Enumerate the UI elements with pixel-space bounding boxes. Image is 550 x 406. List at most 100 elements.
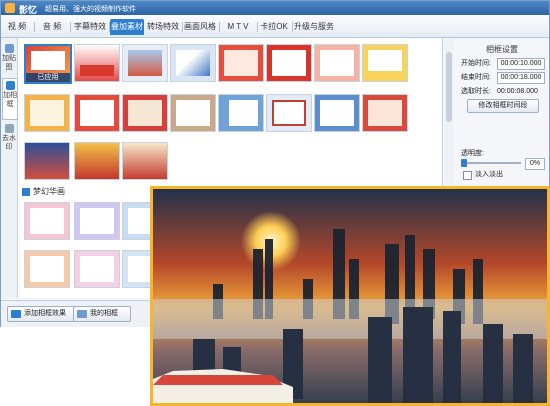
sticker-icon (4, 44, 14, 53)
frame-thumbnail[interactable] (122, 94, 168, 132)
frame-preview (229, 100, 258, 126)
main-tabs: 视 频 音 频 字幕特效 叠加素材 转场特效 画面风格 M T V 卡拉OK 升… (1, 15, 549, 38)
frame-thumbnail[interactable] (170, 44, 216, 82)
frame-preview (320, 100, 354, 126)
app-logo-icon (5, 3, 15, 13)
duration-value: 00:00:08.000 (497, 88, 538, 95)
fade-label: 淡入淡出 (475, 171, 503, 178)
frame-thumbnail[interactable] (218, 94, 264, 132)
frame-preview (30, 148, 64, 174)
tab-divider (292, 22, 293, 32)
frame-thumbnail[interactable] (24, 94, 70, 132)
add-frame-icon (11, 310, 21, 318)
frame-preview (272, 50, 306, 76)
sidebar: 加贴图 加相框 去水印 (1, 38, 18, 298)
frame-preview (128, 148, 162, 174)
frame-preview (176, 50, 210, 76)
sidebar-item-sticker[interactable]: 加贴图 (2, 42, 16, 76)
start-time-label: 开始时间: (461, 60, 491, 67)
sidebar-item-label: 加相框 (3, 92, 17, 108)
section-icon (22, 188, 30, 196)
frame-thumbnail[interactable] (24, 250, 70, 288)
frame-thumbnail[interactable] (74, 250, 120, 288)
frame-thumbnail[interactable] (266, 94, 312, 132)
sidebar-item-watermark[interactable]: 去水印 (2, 122, 16, 158)
my-frames-button[interactable]: 我的相框 (73, 306, 131, 322)
frame-preview (80, 100, 114, 126)
app-slogan: 超易用、强大的视频制作软件 (45, 6, 136, 13)
frame-preview (176, 100, 210, 126)
frame-preview-image (150, 186, 550, 406)
frame-preview (80, 256, 114, 282)
tab-overlay[interactable]: 叠加素材 (110, 19, 144, 35)
frame-preview (80, 148, 114, 174)
tab-mtv[interactable]: M T V (221, 19, 255, 35)
frame-thumbnail[interactable] (314, 44, 360, 82)
city-sunset-image (153, 189, 547, 403)
section-title: 梦幻华画 (33, 187, 65, 196)
frame-thumbnail[interactable] (24, 142, 70, 180)
frame-thumbnail[interactable]: 已应用 (24, 44, 72, 84)
end-time-field[interactable]: 00:00:18.000 (497, 72, 545, 84)
my-frames-icon (77, 310, 87, 318)
frame-thumbnail[interactable] (362, 44, 408, 82)
frame-preview (368, 50, 402, 71)
frame-thumbnail[interactable] (74, 142, 120, 180)
sidebar-item-frame[interactable]: 加相框 (2, 78, 18, 120)
modify-frame-time-button[interactable]: 修改相框时间段 (467, 99, 539, 113)
frame-preview (128, 50, 162, 76)
tab-divider (257, 22, 258, 32)
tab-audio[interactable]: 音 频 (38, 19, 66, 35)
frame-thumbnail[interactable] (266, 44, 312, 82)
sidebar-item-label: 去水印 (2, 135, 16, 151)
tab-divider (70, 22, 71, 32)
frame-thumbnail[interactable] (170, 94, 216, 132)
sidebar-item-label: 加贴图 (2, 55, 16, 71)
title-bar: 影忆 超易用、强大的视频制作软件 (1, 1, 549, 15)
applied-badge: 已应用 (26, 73, 70, 82)
frame-thumbnail[interactable] (218, 44, 264, 82)
frame-preview (80, 65, 114, 76)
frame-thumbnail[interactable] (122, 142, 168, 180)
frame-preview (368, 100, 402, 126)
tab-divider (219, 22, 220, 32)
start-time-field[interactable]: 00:00:10.000 (497, 58, 545, 70)
watermark-icon (4, 124, 14, 133)
frame-preview (31, 51, 65, 70)
frame-preview (30, 208, 64, 234)
frame-preview (128, 100, 162, 126)
frame-preview (30, 100, 64, 126)
end-time-label: 结束时间: (461, 74, 491, 81)
tab-upgrade-service[interactable]: 升级与服务 (294, 19, 334, 35)
frame-preview (80, 208, 114, 234)
frame-preview (320, 50, 354, 76)
add-frame-button[interactable]: 添加相框效果 (7, 306, 81, 322)
frame-thumbnail[interactable] (314, 94, 360, 132)
section-header: 梦幻华画 (22, 186, 65, 198)
tab-picture-style[interactable]: 画面风格 (183, 19, 217, 35)
tab-karaoke[interactable]: 卡拉OK (259, 19, 289, 35)
scrollbar-thumb[interactable] (446, 52, 452, 122)
slider-knob[interactable] (461, 159, 467, 167)
opacity-field[interactable]: 0% (525, 158, 545, 170)
frame-thumbnail[interactable] (362, 94, 408, 132)
frame-preview (272, 100, 306, 126)
opacity-slider[interactable] (461, 159, 521, 167)
frame-thumbnail[interactable] (122, 44, 168, 82)
frame-thumbnail[interactable] (74, 44, 120, 82)
tab-divider (34, 22, 35, 32)
frame-icon (5, 81, 15, 90)
panel-title: 相框设置 (486, 45, 518, 54)
tab-video[interactable]: 视 频 (5, 19, 29, 35)
frame-preview (224, 50, 258, 76)
add-frame-label: 添加相框效果 (24, 310, 66, 317)
tab-subtitle-effects[interactable]: 字幕特效 (73, 19, 107, 35)
frame-thumbnail[interactable] (74, 94, 120, 132)
frame-preview (30, 256, 64, 282)
tab-transitions[interactable]: 转场特效 (146, 19, 180, 35)
frame-thumbnail[interactable] (74, 202, 120, 240)
fade-checkbox[interactable] (463, 171, 472, 180)
duration-label: 选取时长: (461, 88, 491, 95)
opacity-label: 透明度: (461, 150, 484, 157)
frame-thumbnail[interactable] (24, 202, 70, 240)
